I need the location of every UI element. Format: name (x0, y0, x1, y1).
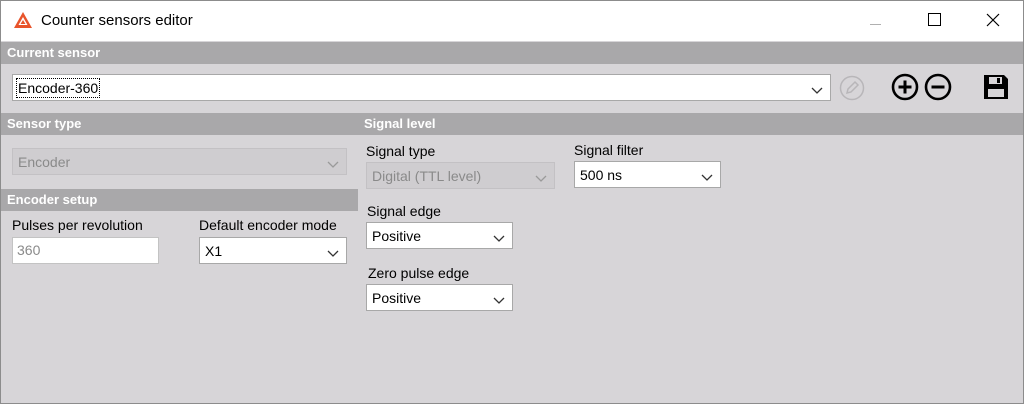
zero-pulse-edge-select[interactable]: Positive (366, 284, 513, 311)
title-bar: Counter sensors editor (1, 1, 1023, 41)
sensor-type-header: Sensor type (1, 113, 358, 135)
default-encoder-mode-value: X1 (205, 242, 223, 259)
minimize-icon (870, 13, 882, 29)
plus-circle-icon (891, 73, 919, 104)
floppy-disk-icon (982, 73, 1010, 104)
maximize-button[interactable] (905, 1, 963, 41)
minus-circle-icon (924, 73, 952, 104)
signal-type-value: Digital (TTL level) (372, 167, 482, 184)
save-button[interactable] (981, 73, 1011, 103)
counter-sensors-editor-window: Counter sensors editor Current sensor En… (0, 0, 1024, 404)
pulses-per-revolution-input[interactable]: 360 (12, 237, 159, 264)
signal-filter-label: Signal filter (574, 142, 644, 158)
current-sensor-value: Encoder-360 (15, 77, 101, 98)
signal-type-select[interactable]: Digital (TTL level) (366, 162, 555, 189)
pulses-per-revolution-label: Pulses per revolution (12, 217, 143, 233)
close-button[interactable] (964, 1, 1022, 41)
add-sensor-button[interactable] (890, 73, 920, 103)
signal-edge-select[interactable]: Positive (366, 222, 513, 249)
default-encoder-mode-label: Default encoder mode (199, 217, 337, 233)
edit-sensor-button[interactable] (838, 75, 866, 103)
encoder-setup-header: Encoder setup (1, 189, 358, 211)
signal-filter-select[interactable]: 500 ns (574, 161, 721, 188)
chevron-down-icon (327, 246, 339, 257)
chevron-down-icon (493, 231, 505, 242)
signal-level-header: Signal level (358, 113, 1023, 135)
window-title: Counter sensors editor (41, 12, 193, 29)
signal-edge-label: Signal edge (367, 203, 441, 219)
signal-edge-value: Positive (372, 227, 422, 244)
signal-type-label: Signal type (366, 143, 436, 159)
sensor-type-value: Encoder (18, 153, 71, 170)
sensor-type-select[interactable]: Encoder (12, 148, 347, 175)
zero-pulse-edge-label: Zero pulse edge (368, 265, 470, 281)
chevron-down-icon (493, 293, 505, 304)
chevron-down-icon (535, 171, 547, 182)
remove-sensor-button[interactable] (923, 73, 953, 103)
chevron-down-icon (811, 83, 823, 94)
pencil-icon (839, 75, 865, 104)
chevron-down-icon (327, 157, 339, 168)
current-sensor-select[interactable]: Encoder-360 (12, 74, 831, 101)
zero-pulse-edge-value: Positive (372, 289, 422, 306)
chevron-down-icon (701, 170, 713, 181)
app-logo-icon (14, 12, 32, 28)
minimize-button[interactable] (847, 1, 905, 41)
signal-filter-value: 500 ns (580, 166, 623, 183)
default-encoder-mode-select[interactable]: X1 (199, 237, 347, 264)
close-icon (986, 13, 1000, 30)
maximize-icon (927, 13, 941, 29)
current-sensor-header: Current sensor (1, 42, 1023, 64)
